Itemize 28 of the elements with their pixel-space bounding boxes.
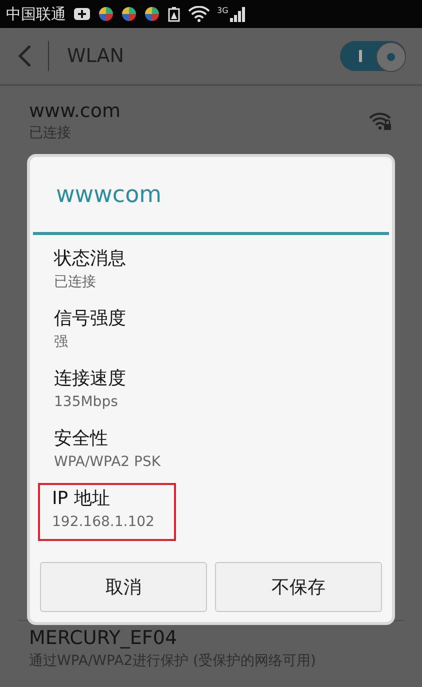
info-value: 已连接: [54, 273, 97, 292]
info-value: 强: [54, 333, 69, 352]
info-label: IP 地址: [52, 487, 111, 511]
cancel-button[interactable]: 取消: [40, 562, 207, 612]
app-logo-icon: [121, 6, 137, 22]
wlan-switch[interactable]: [340, 41, 406, 71]
battery-warning-icon: [167, 6, 181, 22]
back-icon: [18, 44, 32, 68]
network-name: www.com: [29, 100, 122, 122]
info-label: 连接速度: [54, 367, 127, 391]
signal-icon: [229, 6, 246, 22]
info-label: 安全性: [54, 427, 109, 451]
network-name: MERCURY_EF04: [29, 627, 178, 649]
app-logo-icon: [98, 6, 114, 22]
forget-button[interactable]: 不保存: [215, 562, 382, 612]
dialog-title: wwwcom: [33, 157, 389, 235]
wifi-icon: [188, 6, 210, 22]
info-value: WPA/WPA2 PSK: [54, 453, 162, 472]
network-type: 3G: [217, 6, 228, 15]
info-label: 信号强度: [54, 307, 127, 331]
info-value: 192.168.1.102: [52, 513, 156, 532]
info-label: 状态消息: [54, 247, 127, 271]
notification-plus-icon: [73, 6, 91, 22]
back-button[interactable]: [18, 44, 32, 68]
info-value: 135Mbps: [54, 393, 119, 412]
app-logo-icon: [144, 6, 160, 22]
carrier-name: 中国联通: [6, 4, 66, 24]
page-title: WLAN: [67, 45, 126, 67]
